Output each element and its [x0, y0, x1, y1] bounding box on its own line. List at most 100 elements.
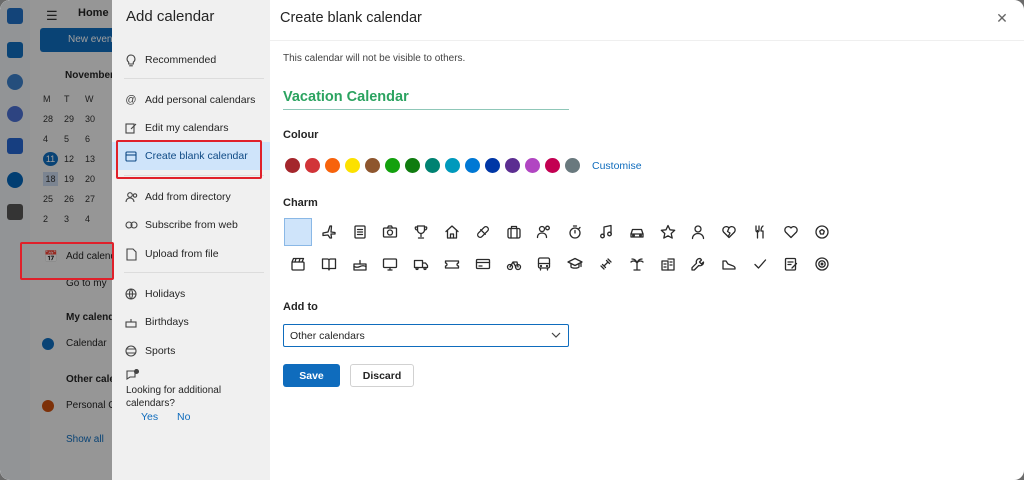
- charm-heart-icon[interactable]: [777, 218, 805, 246]
- charm-bicycle-icon[interactable]: [500, 250, 528, 278]
- star-icon: [660, 224, 675, 239]
- charm-grid: [284, 218, 838, 278]
- charm-music-icon[interactable]: [592, 218, 620, 246]
- charm-checkmark-icon[interactable]: [746, 250, 774, 278]
- charm-graduation-cap-icon[interactable]: [561, 250, 589, 278]
- globe-icon: [124, 287, 138, 301]
- colour-swatch[interactable]: [325, 158, 340, 173]
- trophy-icon: [414, 225, 428, 239]
- charm-birthday-cake-icon[interactable]: [346, 250, 374, 278]
- colour-swatch[interactable]: [425, 158, 440, 173]
- music-icon: [600, 224, 612, 239]
- colour-swatches: [285, 158, 580, 173]
- colour-swatch[interactable]: [505, 158, 520, 173]
- credit-card-icon: [475, 258, 490, 270]
- colour-swatch[interactable]: [385, 158, 400, 173]
- colour-swatch[interactable]: [565, 158, 580, 173]
- calendar-name-input[interactable]: [283, 86, 569, 110]
- charm-palm-tree-icon[interactable]: [623, 250, 651, 278]
- yes-link[interactable]: Yes: [141, 411, 158, 423]
- charm-car-icon[interactable]: [623, 218, 651, 246]
- panel-item-holidays[interactable]: Holidays: [112, 280, 270, 308]
- charm-luggage-icon[interactable]: [500, 218, 528, 246]
- add-to-value: Other calendars: [290, 329, 365, 342]
- charm-none[interactable]: [284, 218, 312, 246]
- no-link[interactable]: No: [177, 411, 190, 423]
- wrench-icon: [691, 257, 705, 271]
- cake-icon: [124, 315, 138, 329]
- charm-trophy-icon[interactable]: [407, 218, 435, 246]
- bicycle-icon: [506, 261, 521, 271]
- dumbbell-icon: [600, 258, 612, 270]
- charm-wrench-icon[interactable]: [684, 250, 712, 278]
- sneaker-icon: [722, 260, 736, 270]
- colour-swatch[interactable]: [485, 158, 500, 173]
- charm-people-charm-icon[interactable]: [530, 218, 558, 246]
- add-to-dropdown[interactable]: Other calendars: [283, 324, 569, 347]
- charm-building-icon[interactable]: [654, 250, 682, 278]
- colour-label: Colour: [283, 129, 319, 141]
- charm-ticket-icon[interactable]: [438, 250, 466, 278]
- panel-item-label: Add from directory: [145, 191, 231, 203]
- panel-item-recommended[interactable]: Recommended: [112, 46, 270, 74]
- panel-item-upload[interactable]: Upload from file: [112, 240, 270, 268]
- charm-van-icon[interactable]: [407, 250, 435, 278]
- cutlery-icon: [755, 225, 764, 239]
- panel-item-label: Add personal calendars: [145, 94, 256, 106]
- panel-item-label: Subscribe from web: [145, 219, 238, 231]
- charm-stopwatch-icon[interactable]: [561, 218, 589, 246]
- charm-camera-icon[interactable]: [376, 218, 404, 246]
- colour-swatch[interactable]: [345, 158, 360, 173]
- colour-swatch[interactable]: [545, 158, 560, 173]
- looking-for-more-text: Looking for additional calendars?: [126, 385, 222, 409]
- charm-credit-card-icon[interactable]: [469, 250, 497, 278]
- person-icon: [692, 225, 705, 240]
- file-icon: [124, 247, 138, 261]
- charm-pill-icon[interactable]: [469, 218, 497, 246]
- target-icon: [814, 257, 829, 271]
- charm-airplane-icon[interactable]: [315, 218, 343, 246]
- stopwatch-icon: [569, 225, 581, 239]
- panel-item-edit-my[interactable]: Edit my calendars: [112, 114, 270, 142]
- colour-swatch[interactable]: [365, 158, 380, 173]
- charm-person-icon[interactable]: [684, 218, 712, 246]
- chat-icon: [126, 368, 140, 384]
- panel-item-subscribe[interactable]: Subscribe from web: [112, 211, 270, 239]
- divider: [124, 272, 264, 273]
- charm-monitor-icon[interactable]: [376, 250, 404, 278]
- charm-dumbbell-icon[interactable]: [592, 250, 620, 278]
- charm-home-icon[interactable]: [438, 218, 466, 246]
- colour-swatch[interactable]: [305, 158, 320, 173]
- charm-star-icon[interactable]: [654, 218, 682, 246]
- panel-item-directory[interactable]: Add from directory: [112, 183, 270, 211]
- building-icon: [660, 258, 675, 271]
- save-button[interactable]: Save: [283, 364, 340, 387]
- charm-target-icon[interactable]: [808, 250, 836, 278]
- charm-cutlery-icon[interactable]: [746, 218, 774, 246]
- colour-swatch[interactable]: [525, 158, 540, 173]
- colour-swatch[interactable]: [285, 158, 300, 173]
- charm-broken-heart-icon[interactable]: [715, 218, 743, 246]
- panel-item-birthdays[interactable]: Birthdays: [112, 308, 270, 336]
- charm-sneaker-icon[interactable]: [715, 250, 743, 278]
- colour-swatch[interactable]: [465, 158, 480, 173]
- colour-swatch[interactable]: [445, 158, 460, 173]
- discard-button[interactable]: Discard: [350, 364, 414, 387]
- close-icon[interactable]: ✕: [994, 10, 1010, 26]
- panel-item-add-personal[interactable]: @ Add personal calendars: [112, 86, 270, 114]
- charm-book-icon[interactable]: [315, 250, 343, 278]
- charm-clapperboard-icon[interactable]: [284, 250, 312, 278]
- charm-soccer-icon[interactable]: [808, 218, 836, 246]
- people-icon: [124, 190, 138, 204]
- charm-bus-icon[interactable]: [530, 250, 558, 278]
- customise-link[interactable]: Customise: [592, 160, 642, 172]
- edit-icon: [124, 121, 138, 135]
- charm-notepad-icon[interactable]: [346, 218, 374, 246]
- charm-clipboard-edit-icon[interactable]: [777, 250, 805, 278]
- panel-item-sports[interactable]: Sports: [112, 337, 270, 365]
- divider: [124, 78, 264, 79]
- panel-item-label: Holidays: [145, 288, 186, 300]
- colour-swatch[interactable]: [405, 158, 420, 173]
- camera-icon: [383, 225, 398, 238]
- heart-icon: [784, 225, 798, 239]
